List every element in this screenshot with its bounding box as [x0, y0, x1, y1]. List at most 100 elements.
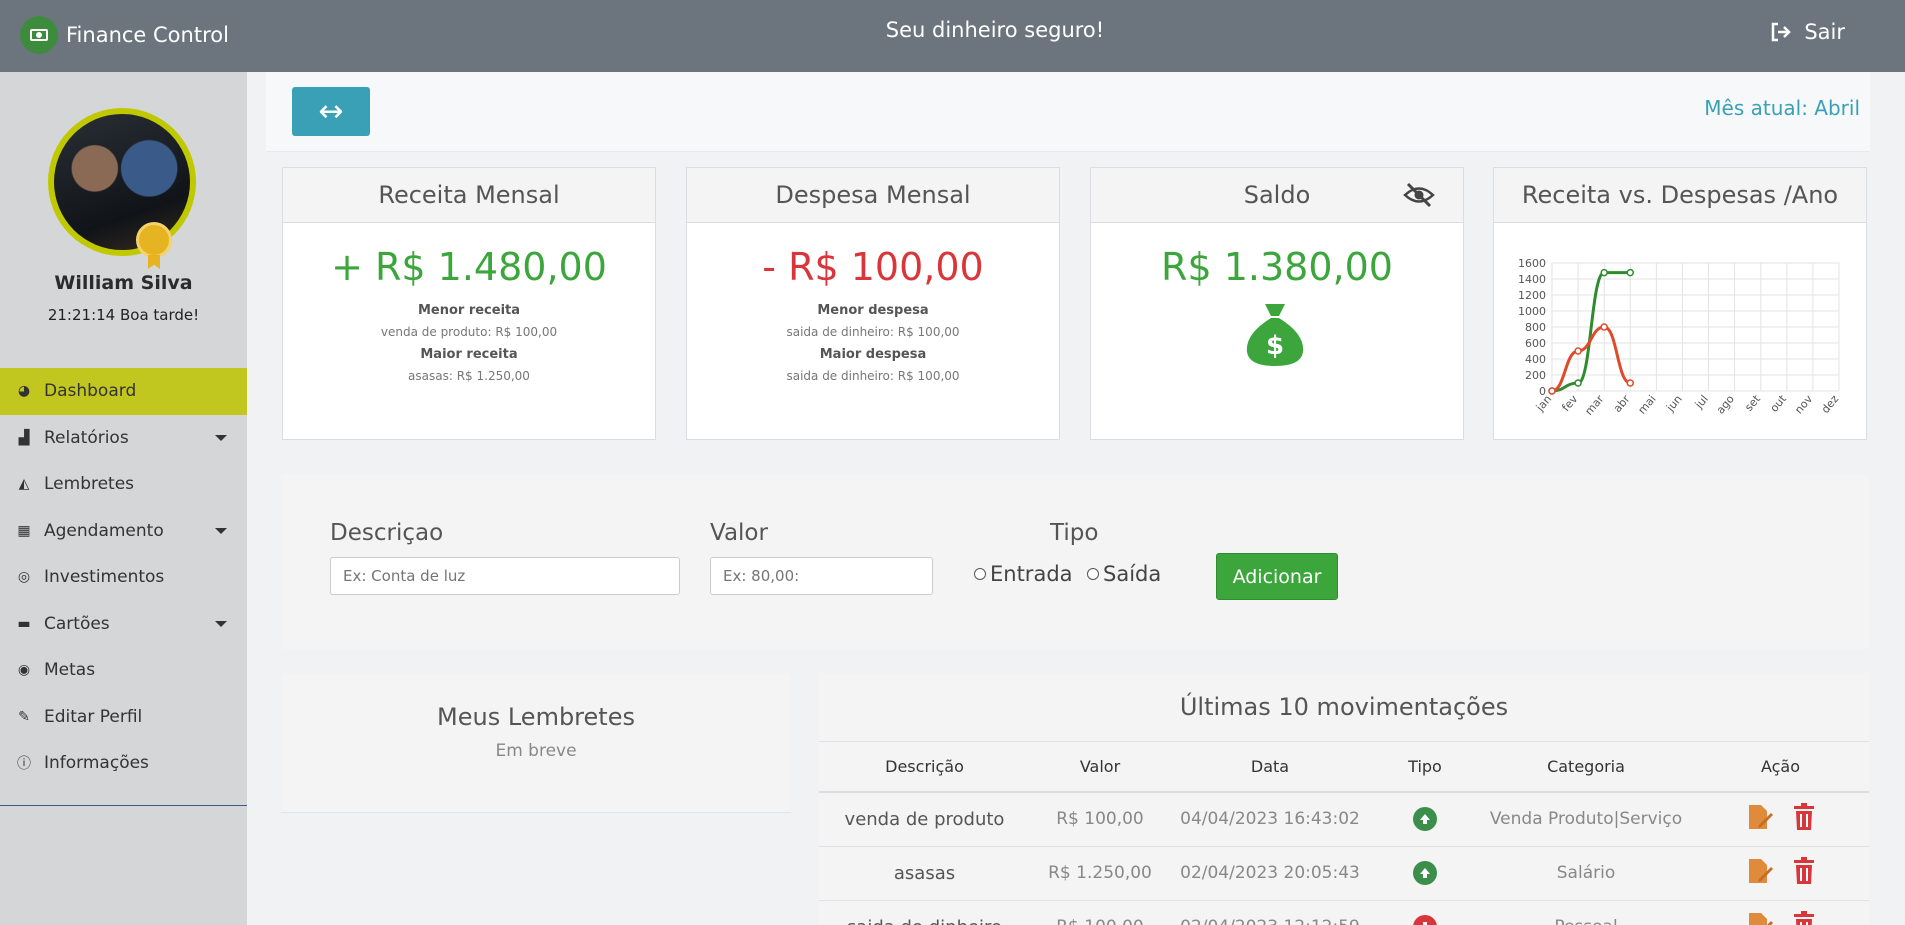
- y-tick-label: 1200: [1518, 289, 1546, 302]
- user-name: William Silva: [54, 272, 193, 294]
- logout-label: Sair: [1804, 20, 1845, 44]
- trash-icon[interactable]: [1793, 910, 1815, 925]
- min-receita-label: Menor receita: [417, 303, 521, 318]
- x-tick-label: nov: [1792, 392, 1815, 416]
- edit-icon[interactable]: [1747, 857, 1773, 885]
- sidebar-item-label: Agendamento: [44, 520, 164, 541]
- toolbar: ↔ Mês atual: Abril: [266, 72, 1870, 152]
- radio-circle[interactable]: [974, 568, 986, 580]
- radio-saida-label: Saída: [1103, 562, 1162, 586]
- x-tick-label: abr: [1611, 392, 1633, 415]
- greeting-clock: 21:21:14 Boa tarde!: [47, 306, 200, 324]
- saldo-amount: R$ 1.380,00: [1161, 245, 1393, 289]
- award-badge-icon: [136, 222, 172, 258]
- sidebar-item-label: Informações: [44, 753, 149, 774]
- credit-card-icon: ▬: [17, 615, 31, 632]
- y-tick-label: 1600: [1518, 257, 1546, 270]
- x-tick-label: jun: [1663, 393, 1685, 415]
- sidebar-item-relatorios[interactable]: ▟ Relatórios: [0, 415, 247, 462]
- arrow-up-circle-icon: [1413, 861, 1437, 885]
- cell-valor: R$ 100,00: [1030, 792, 1170, 847]
- svg-text:$: $: [1266, 331, 1284, 361]
- trash-icon[interactable]: [1793, 802, 1815, 831]
- cell-valor: R$ 1.250,00: [1030, 846, 1170, 901]
- data-point: [1600, 323, 1608, 331]
- column-header: Valor: [1030, 742, 1170, 793]
- sidebar-item-lembretes[interactable]: ◭ Lembretes: [0, 461, 247, 508]
- movements-panel: Últimas 10 movimentações Descrição Valor…: [819, 673, 1869, 925]
- arrows-horizontal-icon: ↔: [318, 94, 344, 129]
- column-header: Descrição: [819, 742, 1030, 793]
- data-point: [1574, 347, 1582, 355]
- sidebar-item-label: Lembretes: [44, 474, 135, 495]
- sidebar-item-editar-perfil[interactable]: ✎ Editar Perfil: [0, 694, 247, 741]
- sidebar-item-investimentos[interactable]: ◎ Investimentos: [0, 554, 247, 601]
- tipo-label: Tipo: [1050, 520, 1099, 546]
- avatar[interactable]: [48, 108, 196, 256]
- y-tick-label: 800: [1525, 321, 1546, 334]
- logout-button[interactable]: Sair: [1770, 20, 1845, 44]
- slogan: Seu dinheiro seguro!: [885, 18, 1105, 42]
- chart-bar-icon: ▟: [18, 429, 30, 446]
- y-tick-label: 1000: [1518, 305, 1546, 318]
- cell-data: 02/04/2023 12:12:59: [1170, 900, 1370, 925]
- cell-categoria: Salário: [1480, 846, 1692, 901]
- radio-entrada-label: Entrada: [990, 562, 1073, 586]
- sidebar: William Silva 21:21:14 Boa tarde! ◕ Dash…: [0, 72, 247, 925]
- column-header: Data: [1170, 742, 1370, 793]
- min-despesa-label: Menor despesa: [817, 303, 929, 318]
- cell-categoria: Pessoal: [1480, 900, 1692, 925]
- radio-entrada[interactable]: Entrada: [974, 562, 1073, 586]
- caret-down-icon: [215, 434, 227, 441]
- cell-descricao: venda de produto: [819, 792, 1030, 847]
- sidebar-item-informacoes[interactable]: ⓘ Informações: [0, 740, 247, 787]
- add-transaction-form: Descriçao Valor Tipo Entrada Saída Adici…: [281, 474, 1869, 649]
- caret-down-icon: [215, 527, 227, 534]
- y-tick-label: 600: [1525, 337, 1546, 350]
- movements-table: Descrição Valor Data Tipo Categoria Ação…: [819, 742, 1869, 925]
- x-tick-label: dez: [1819, 392, 1842, 415]
- calendar-icon: ▦: [17, 522, 31, 539]
- x-tick-label: jul: [1692, 393, 1711, 412]
- sidebar-toggle-button[interactable]: ↔: [292, 87, 370, 136]
- x-tick-label: mar: [1582, 392, 1606, 418]
- cell-acao: [1692, 900, 1869, 925]
- sidebar-item-agendamento[interactable]: ▦ Agendamento: [0, 508, 247, 555]
- max-despesa-label: Maior despesa: [819, 347, 927, 362]
- coins-icon: ◎: [17, 569, 31, 586]
- sidebar-item-dashboard[interactable]: ◕ Dashboard: [0, 368, 247, 415]
- money-bag-icon: $: [1246, 304, 1304, 366]
- descricao-input[interactable]: [330, 557, 680, 595]
- sidebar-item-cartoes[interactable]: ▬ Cartões: [0, 601, 247, 648]
- card-title: Saldo: [1243, 181, 1311, 209]
- movements-title: Últimas 10 movimentações: [819, 673, 1869, 742]
- y-tick-label: 400: [1525, 353, 1546, 366]
- table-row: venda de produto R$ 100,00 04/04/2023 16…: [819, 792, 1869, 847]
- descricao-label: Descriçao: [330, 520, 444, 546]
- x-tick-label: fev: [1559, 392, 1580, 414]
- edit-icon[interactable]: [1747, 803, 1773, 831]
- data-point: [1626, 268, 1635, 277]
- info-icon: ⓘ: [17, 756, 31, 773]
- valor-input[interactable]: [710, 557, 933, 595]
- sidebar-item-label: Editar Perfil: [44, 706, 143, 727]
- card-saldo: Saldo R$ 1.380,00 $: [1090, 167, 1464, 440]
- cell-data: 02/04/2023 20:05:43: [1170, 846, 1370, 901]
- reminders-title: Meus Lembretes: [437, 703, 635, 731]
- radio-saida[interactable]: Saída: [1087, 562, 1161, 586]
- eye-slash-icon[interactable]: [1403, 182, 1435, 208]
- table-header-row: Descrição Valor Data Tipo Categoria Ação: [819, 742, 1869, 793]
- sidebar-menu: ◕ Dashboard ▟ Relatórios ◭ Lembretes ▦ A…: [0, 368, 247, 787]
- sidebar-item-metas[interactable]: ◉ Metas: [0, 647, 247, 694]
- cell-tipo: [1370, 900, 1480, 925]
- data-point: [1626, 379, 1635, 387]
- edit-icon[interactable]: [1747, 911, 1773, 925]
- cell-data: 04/04/2023 16:43:02: [1170, 792, 1370, 847]
- add-button[interactable]: Adicionar: [1216, 553, 1338, 600]
- caret-down-icon: [215, 620, 227, 627]
- radio-circle[interactable]: [1087, 568, 1099, 580]
- trash-icon[interactable]: [1793, 856, 1815, 885]
- sidebar-item-label: Relatórios: [44, 427, 129, 448]
- cell-descricao: saida de dinheiro: [819, 900, 1030, 925]
- x-tick-label: set: [1742, 392, 1763, 414]
